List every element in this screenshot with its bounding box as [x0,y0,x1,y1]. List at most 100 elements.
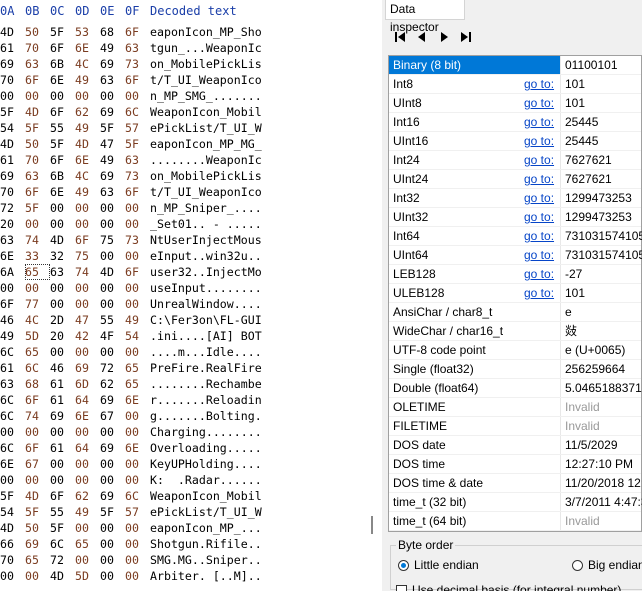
hex-byte[interactable]: 49 [100,40,125,56]
next-button[interactable] [434,27,454,47]
tab-data-inspector[interactable]: Data inspector [385,0,465,34]
hex-bytes[interactable]: 4D 50 5F 4D 47 5F [0,136,150,152]
hex-bytes[interactable]: 5F 4D 6F 62 69 6C [0,104,150,120]
hex-byte[interactable]: 6F [50,488,75,504]
hex-byte[interactable]: 61 [0,152,25,168]
hex-row[interactable]: 6E 67 00 00 00 00 KeyUPHolding.... [0,456,262,472]
goto-link[interactable]: go to: [524,189,554,207]
hex-byte[interactable]: 00 [75,200,100,216]
hex-row[interactable]: 4D 50 5F 00 00 00 eaponIcon_MP_... [0,520,262,536]
inspector-value[interactable]: -27 [561,265,582,283]
hex-bytes[interactable]: 54 5F 55 49 5F 57 [0,120,150,136]
hex-byte[interactable]: 70 [0,552,25,568]
hex-byte[interactable]: 00 [125,456,150,472]
hex-byte[interactable]: 6B [50,168,75,184]
hex-byte[interactable]: 00 [25,568,50,584]
hex-byte[interactable]: 00 [25,472,50,488]
goto-link[interactable]: go to: [524,113,554,131]
hex-byte[interactable]: 5F [50,520,75,536]
hex-byte[interactable]: 00 [100,248,125,264]
inspector-row[interactable]: Int8 go to: 101 [389,75,641,94]
hex-byte[interactable]: 6E [75,408,100,424]
hex-row[interactable]: 5F 4D 6F 62 69 6C WeaponIcon_Mobil [0,488,262,504]
hex-byte[interactable]: 00 [50,344,75,360]
inspector-value[interactable]: 25445 [561,113,598,131]
hex-byte[interactable]: 00 [100,200,125,216]
decoded-text[interactable]: Shotgun.Rifile.. [150,536,262,552]
hex-bytes[interactable]: 00 00 4D 5D 00 00 [0,568,150,584]
hex-byte[interactable]: 50 [25,136,50,152]
hex-byte[interactable]: 6C [50,536,75,552]
hex-byte[interactable]: 00 [100,88,125,104]
inspector-value[interactable]: 12:27:10 PM [561,455,633,473]
decoded-text[interactable]: C:\Fer3on\FL-GUI [150,312,262,328]
hex-byte[interactable]: 00 [125,296,150,312]
decoded-text[interactable]: WeaponIcon_Mobil [150,104,262,120]
hex-byte[interactable]: 62 [100,376,125,392]
hex-row[interactable]: 00 00 00 00 00 00 useInput........ [0,280,262,296]
hex-byte[interactable]: 54 [0,120,25,136]
hex-byte[interactable]: 57 [125,120,150,136]
hex-byte[interactable]: 00 [0,88,25,104]
decoded-text[interactable]: user32..InjectMo [150,264,262,280]
hex-row[interactable]: 00 00 00 00 00 00 K: .Radar...... [0,472,262,488]
hex-byte[interactable]: 69 [100,392,125,408]
hex-byte[interactable]: 72 [50,552,75,568]
hex-byte[interactable]: 69 [100,488,125,504]
hex-byte[interactable]: 6F [125,72,150,88]
hex-row[interactable]: 54 5F 55 49 5F 57 ePickList/T_UI_W [0,504,262,520]
hex-byte[interactable]: 4D [25,488,50,504]
hex-row[interactable]: 6C 6F 61 64 69 6E Overloading..... [0,440,262,456]
hex-bytes[interactable]: 61 70 6F 6E 49 63 [0,152,150,168]
hex-byte[interactable]: 00 [75,456,100,472]
goto-link[interactable]: go to: [524,208,554,226]
hex-row[interactable]: 70 65 72 00 00 00 SMG.MG..Sniper.. [0,552,262,568]
hex-byte[interactable]: 6F [125,264,150,280]
inspector-value[interactable]: Invalid [561,398,600,416]
hex-byte[interactable]: 00 [100,472,125,488]
hex-byte[interactable]: 69 [25,536,50,552]
hex-row[interactable]: 69 63 6B 4C 69 73 on_MobilePickLis [0,56,262,72]
hex-bytes[interactable]: 00 00 00 00 00 00 [0,472,150,488]
inspector-value[interactable]: 101 [561,284,585,302]
inspector-value[interactable]: Invalid [561,512,600,530]
hex-byte[interactable]: 63 [100,72,125,88]
hex-byte[interactable]: 42 [75,328,100,344]
decoded-text[interactable]: Overloading..... [150,440,262,456]
hex-byte[interactable]: 4D [50,232,75,248]
inspector-row[interactable]: WideChar / char16_t 敥 [389,322,641,341]
hex-byte[interactable]: 00 [25,88,50,104]
hex-byte[interactable]: 73 [125,168,150,184]
hex-byte[interactable]: 6F [25,440,50,456]
hex-row[interactable]: 70 6F 6E 49 63 6F t/T_UI_WeaponIco [0,184,262,200]
hex-bytes[interactable]: 6F 77 00 00 00 00 [0,296,150,312]
hex-byte[interactable]: 00 [100,568,125,584]
hex-row[interactable]: 4D 50 5F 4D 47 5F eaponIcon_MP_MG_ [0,136,262,152]
hex-byte[interactable]: 5F [25,504,50,520]
hex-byte[interactable]: 74 [25,232,50,248]
hex-byte[interactable]: 69 [50,408,75,424]
decoded-text[interactable]: eInput..win32u.. [150,248,262,264]
hex-byte[interactable]: 2D [50,312,75,328]
hex-byte[interactable]: 6E [50,184,75,200]
hex-byte[interactable]: 49 [0,328,25,344]
decoded-text[interactable]: eaponIcon_MP_MG_ [150,136,262,152]
hex-bytes[interactable]: 20 00 00 00 00 00 [0,216,150,232]
hex-bytes[interactable]: 46 4C 2D 47 55 49 [0,312,150,328]
hex-byte[interactable]: 6E [0,456,25,472]
hex-byte[interactable]: 00 [75,88,100,104]
hex-byte[interactable]: 6C [0,392,25,408]
hex-bytes[interactable]: 54 5F 55 49 5F 57 [0,504,150,520]
hex-byte[interactable]: 00 [75,424,100,440]
hex-byte[interactable]: 20 [0,216,25,232]
hex-row[interactable]: 70 6F 6E 49 63 6F t/T_UI_WeaponIco [0,72,262,88]
hex-bytes[interactable]: 6E 67 00 00 00 00 [0,456,150,472]
goto-link[interactable]: go to: [524,151,554,169]
hex-byte[interactable]: 70 [0,72,25,88]
hex-byte[interactable]: 4D [0,136,25,152]
hex-row[interactable]: 00 00 00 00 00 00 Charging........ [0,424,262,440]
inspector-row[interactable]: UInt8 go to: 101 [389,94,641,113]
hex-byte[interactable]: 49 [100,152,125,168]
hex-byte[interactable]: 00 [50,456,75,472]
hex-byte[interactable]: 4D [75,136,100,152]
